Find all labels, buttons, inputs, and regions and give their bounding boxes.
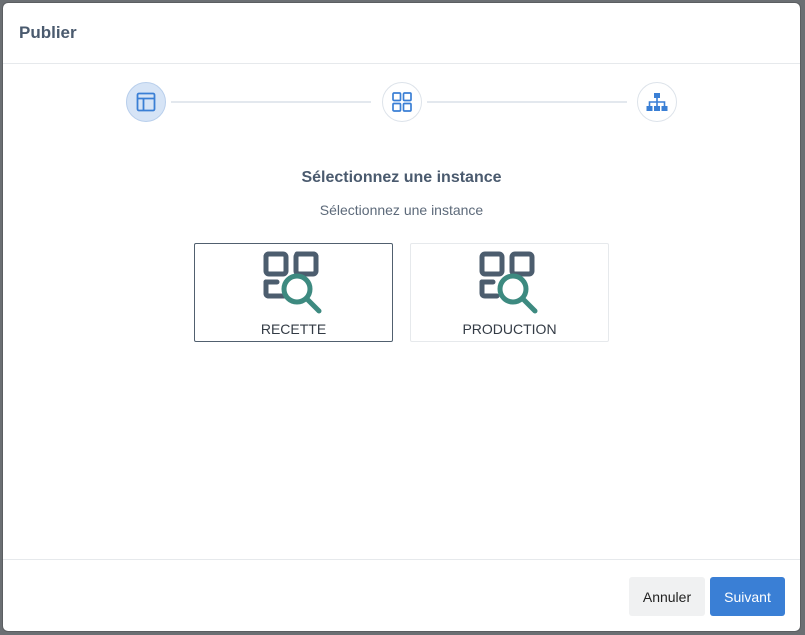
next-button[interactable]: Suivant bbox=[710, 577, 785, 616]
stepper-connector bbox=[171, 101, 371, 103]
content-title: Sélectionnez une instance bbox=[301, 169, 502, 186]
dialog-title: Publier bbox=[19, 23, 77, 42]
grid-icon bbox=[392, 92, 412, 112]
step-2-grid[interactable] bbox=[382, 82, 422, 122]
dialog-header: Publier bbox=[3, 3, 800, 64]
scan-search-icon bbox=[263, 251, 322, 314]
dialog-footer: Annuler Suivant bbox=[3, 559, 800, 631]
step-3-sitemap[interactable] bbox=[637, 82, 677, 122]
cancel-button[interactable]: Annuler bbox=[629, 577, 705, 616]
sitemap-icon bbox=[646, 93, 668, 111]
step-1-layout[interactable] bbox=[126, 82, 166, 122]
publish-dialog: Publier Sélectionnez une instance Sélect… bbox=[3, 3, 800, 631]
instance-label: PRODUCTION bbox=[462, 321, 557, 337]
instance-label: RECETTE bbox=[260, 321, 327, 337]
instance-card-recette[interactable]: RECETTE bbox=[194, 243, 393, 342]
scan-search-icon bbox=[479, 251, 538, 314]
instance-card-production[interactable]: PRODUCTION bbox=[410, 243, 609, 342]
layout-icon bbox=[136, 92, 156, 112]
content-subtitle: Sélectionnez une instance bbox=[319, 202, 484, 218]
stepper-connector bbox=[427, 101, 627, 103]
stepper bbox=[3, 64, 800, 144]
